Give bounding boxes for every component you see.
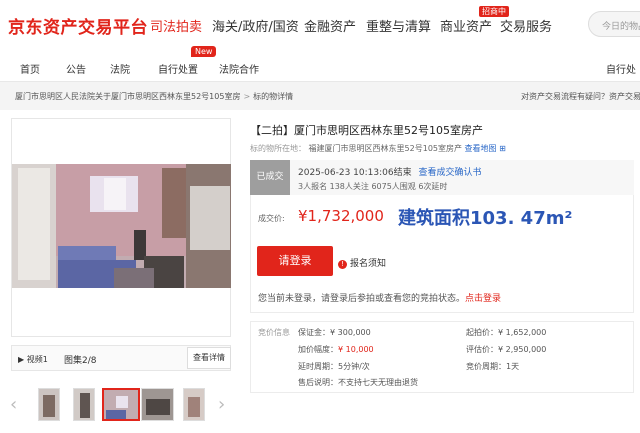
confirmation-link[interactable]: 查看成交确认书	[418, 168, 481, 178]
sub-nav: 首页 公告 法院 自行处置 法院合作 自行处	[0, 50, 640, 82]
bid-info-label: 竞价信息	[258, 328, 290, 337]
help-link[interactable]: 对资产交易流程有疑问？资产交易	[521, 91, 640, 102]
delay-label: 延时周期：	[298, 362, 338, 371]
gallery-tab[interactable]: 图集2/8	[64, 353, 97, 366]
thumbnail-4-graphic	[142, 389, 173, 420]
subnav-right-link[interactable]: 自行处	[606, 61, 636, 76]
notice-label: 报名须知	[350, 259, 387, 269]
breadcrumb-item-case[interactable]: 厦门市思明区人民法院关于厦门市思明区西林东里52号105室房	[15, 92, 240, 101]
deposit-row: 保证金：¥ 300,000	[298, 327, 371, 338]
start-price-value: ¥ 1,652,000	[498, 328, 547, 337]
notice-icon: !	[338, 260, 347, 269]
next-arrow-icon[interactable]: ›	[218, 396, 225, 414]
nav-judicial-auction[interactable]: 司法拍卖	[150, 16, 202, 35]
location-row: 标的物所在地： 福建厦门市思明区西林东里52号105室房产 查看地图 ⊞	[250, 143, 506, 154]
thumbnail-2[interactable]	[73, 388, 95, 421]
delay-value: 5分钟/次	[338, 362, 370, 371]
map-link-label: 查看地图	[464, 144, 497, 153]
start-price-row: 起拍价：¥ 1,652,000	[466, 327, 546, 338]
video-tab-label: 视频1	[26, 355, 48, 364]
thumbnail-2-graphic	[74, 389, 94, 420]
price-label: 成交价:	[258, 214, 285, 223]
thumbnail-3-graphic	[104, 390, 138, 419]
end-time: 2025-06-23 10:13:06结束	[298, 168, 412, 178]
click-login-link[interactable]: 点击登录	[465, 294, 501, 304]
aftersale-value: 不支持七天无理由退货	[338, 378, 418, 387]
auction-stats: 3人报名 138人关注 6075人围观 6次延时	[298, 182, 448, 191]
new-badge: New	[191, 46, 217, 57]
location-value: 福建厦门市思明区西林东里52号105室房产	[308, 144, 462, 153]
increment-row: 加价幅度：¥ 10,000	[298, 344, 374, 355]
thumbnail-3-selected[interactable]	[102, 388, 140, 421]
breadcrumb: 厦门市思明区人民法院关于厦门市思明区西林东里52号105室房 > 标的物详情 对资产…	[0, 82, 640, 110]
bid-cycle-row: 竞价周期：1天	[466, 361, 519, 372]
price-value: ¥1,732,000	[298, 207, 384, 225]
site-logo[interactable]: 京东资产交易平台	[8, 13, 148, 38]
login-note: 您当前未登录，请登录后参拍或查看您的竞拍状态。点击登录	[258, 291, 501, 304]
start-price-label: 起拍价：	[466, 328, 498, 337]
map-icon: ⊞	[496, 144, 506, 153]
thumbnail-5-graphic	[184, 389, 204, 420]
subnav-court-cooperation[interactable]: 法院合作	[219, 61, 259, 76]
increment-value: ¥ 10,000	[338, 345, 374, 354]
appraisal-value: ¥ 2,950,000	[498, 345, 547, 354]
login-button[interactable]: 请登录	[257, 246, 333, 276]
aftersale-row: 售后说明：不支持七天无理由退货	[298, 377, 418, 388]
room-photo-graphic	[12, 164, 231, 288]
breadcrumb-separator-icon: >	[243, 92, 251, 101]
thumbnail-1[interactable]	[38, 388, 60, 421]
appraisal-row: 评估价：¥ 2,950,000	[466, 344, 546, 355]
nav-financial-assets[interactable]: 金融资产	[304, 16, 356, 35]
increment-label: 加价幅度：	[298, 345, 338, 354]
property-photo[interactable]	[12, 164, 231, 288]
nav-customs-gov[interactable]: 海关/政府/国资	[212, 16, 299, 35]
map-link[interactable]: 查看地图 ⊞	[465, 144, 506, 153]
thumbnail-1-graphic	[39, 389, 59, 420]
view-details-button[interactable]: 查看详情	[187, 347, 231, 369]
top-header: 京东资产交易平台 司法拍卖 海关/政府/国资 金融资产 重整与清算 商业资产 招…	[0, 0, 640, 50]
nav-trade-services[interactable]: 交易服务	[500, 16, 552, 35]
subnav-self-disposal[interactable]: 自行处置	[158, 61, 198, 76]
bid-cycle-label: 竞价周期：	[466, 362, 506, 371]
search-input[interactable]: 今日的物品标	[588, 11, 640, 37]
subnav-home[interactable]: 首页	[20, 61, 40, 76]
breadcrumb-item-detail: 标的物详情	[253, 92, 294, 101]
bid-cycle-value: 1天	[506, 362, 520, 371]
prev-arrow-icon[interactable]: ‹	[10, 396, 17, 414]
listing-title: 【二拍】厦门市思明区西林东里52号105室房产	[250, 124, 483, 137]
deposit-value: ¥ 300,000	[330, 328, 371, 337]
location-label: 标的物所在地：	[250, 144, 306, 153]
registration-notice[interactable]: ! 报名须知	[338, 256, 386, 269]
appraisal-label: 评估价：	[466, 345, 498, 354]
thumbnail-5[interactable]	[183, 388, 205, 421]
deposit-label: 保证金：	[298, 328, 330, 337]
aftersale-label: 售后说明：	[298, 378, 338, 387]
video-tab[interactable]: ▶ 视频1	[18, 354, 48, 365]
thumbnail-4[interactable]	[141, 388, 174, 421]
subnav-announcements[interactable]: 公告	[66, 61, 86, 76]
subnav-courts[interactable]: 法院	[110, 61, 130, 76]
end-time-row: 2025-06-23 10:13:06结束 查看成交确认书	[298, 165, 481, 178]
delay-row: 延时周期：5分钟/次	[298, 361, 370, 372]
play-icon: ▶	[18, 355, 27, 364]
nav-restructure[interactable]: 重整与清算	[366, 16, 431, 35]
status-badge: 已成交	[250, 160, 290, 195]
login-note-text: 您当前未登录，请登录后参拍或查看您的竞拍状态。	[258, 294, 466, 304]
area-overlay-text: 建筑面积103. 47m²	[398, 208, 573, 229]
nav-commercial-assets[interactable]: 商业资产	[440, 16, 492, 35]
